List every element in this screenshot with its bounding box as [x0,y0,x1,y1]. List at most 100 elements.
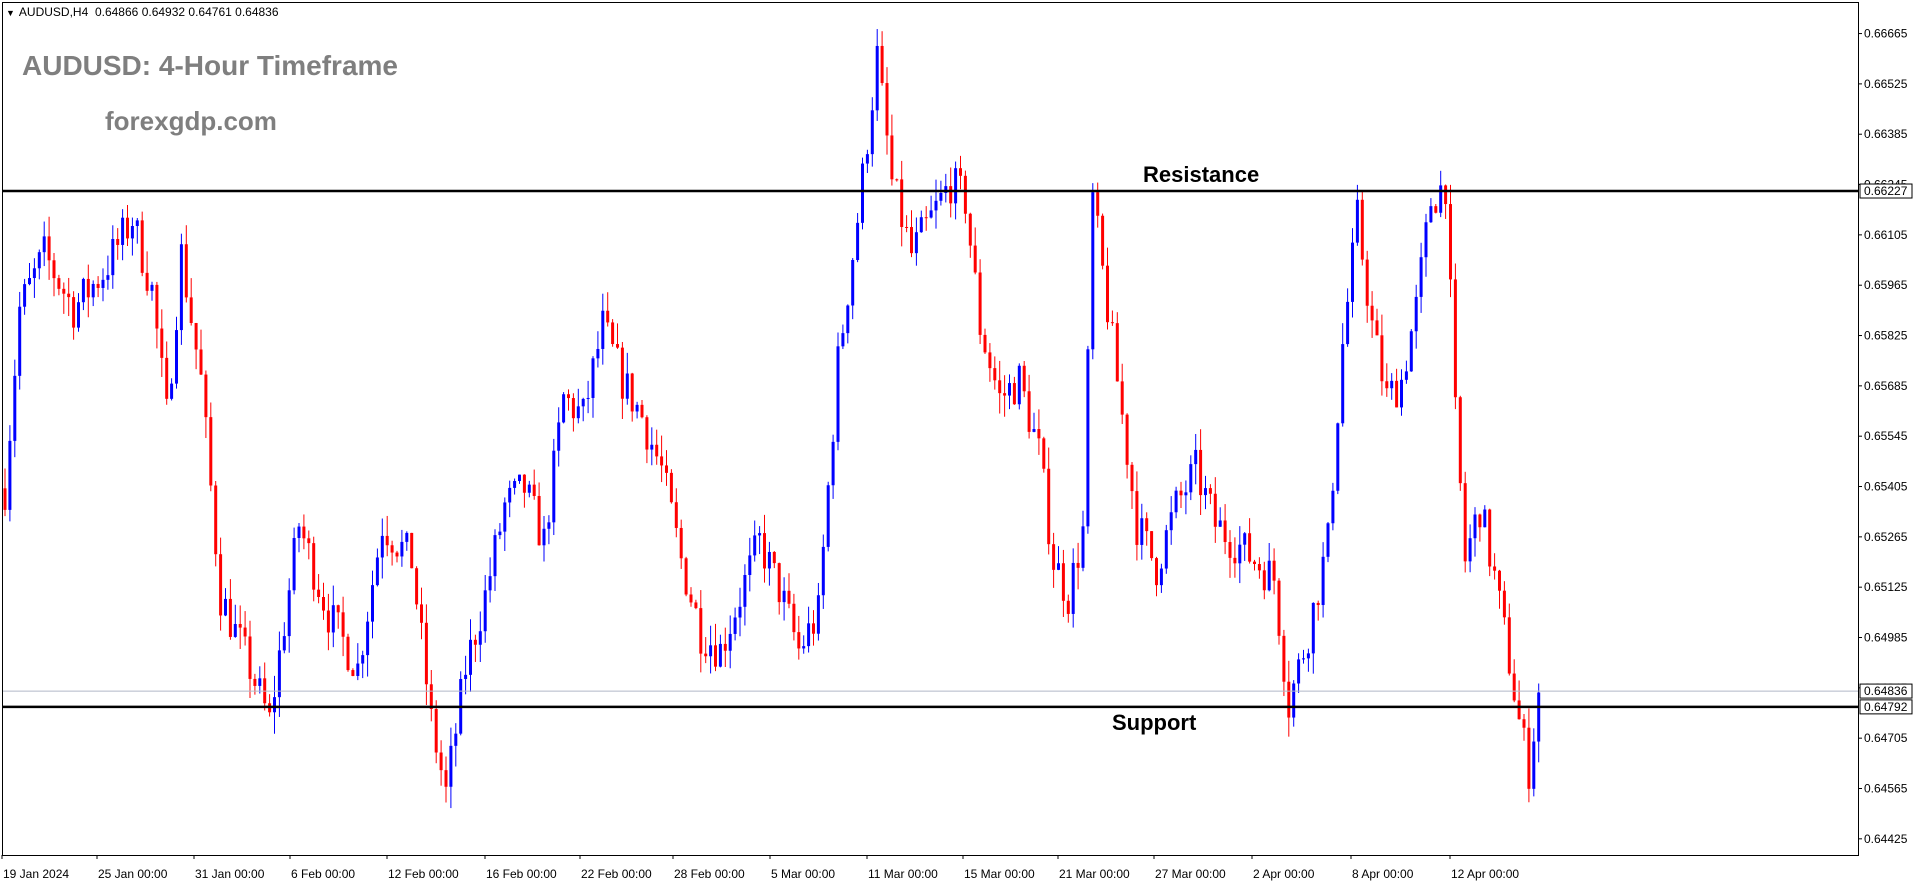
candle-body [361,655,365,664]
candle-body [1194,449,1198,465]
candle-body [567,394,570,399]
candle-body [880,45,884,84]
candle-body [116,238,120,245]
candle-body [238,624,242,628]
candle-body [86,278,90,298]
candle-body [743,574,747,607]
candle-body [322,597,325,611]
candle-body [1003,393,1007,396]
candle-body [483,590,487,632]
candle-body [689,594,693,603]
x-tick-label: 11 Mar 00:00 [868,867,938,881]
candle-body [287,590,291,637]
candle-body [1267,560,1271,591]
candle-body [371,585,374,622]
candle-body [140,220,144,273]
candle-body [224,598,227,616]
candle-body [1517,700,1521,720]
candle-body [165,357,169,399]
candle-body [1346,301,1350,345]
candle-body [135,220,139,227]
candle-body [1527,727,1531,789]
candle-body [669,472,673,503]
candle-body [1169,512,1173,531]
candle-body [851,260,855,306]
x-tick-label: 27 Mar 00:00 [1155,867,1226,881]
candle-body [802,646,806,649]
candle-body [23,284,27,307]
candle-body [248,636,252,679]
candle-body [1532,741,1536,789]
candle-body [1061,563,1065,601]
candle-body [194,322,198,350]
candle-body [375,557,379,586]
candle-body [1017,365,1021,405]
candle-body [821,546,825,596]
resistance-price-tag-text: 0.66227 [1864,184,1908,198]
candle-body [919,217,923,233]
candle-body [816,595,820,634]
candle-body [1473,514,1477,539]
x-tick-label: 25 Jan 00:00 [98,867,168,881]
x-tick-label: 12 Apr 00:00 [1451,867,1519,881]
chart-svg: Resistance Support 0.66665 0.66525 0.66385 0.… [1,27,1913,881]
candle-body [674,502,678,528]
candle-body [42,236,46,253]
candle-body [57,278,61,289]
candle-body [13,375,17,441]
candle-body [395,552,399,557]
candle-body [537,495,541,546]
candle-body [405,532,409,542]
candle-body [1439,185,1443,213]
candle-body [983,334,987,353]
candle-body [170,383,174,399]
candle-body [145,272,149,291]
candle-body [1086,349,1090,527]
candle-body [1326,523,1330,557]
candle-body [106,275,110,280]
candle-body [846,305,850,334]
candle-body [67,293,71,298]
candle-body [478,631,482,645]
candle-body [733,617,737,634]
candle-body [547,522,551,529]
candle-body [179,244,183,331]
candle-body [885,83,889,136]
candle-body [1218,520,1222,527]
candle-body [37,252,41,269]
x-tick-label: 22 Feb 00:00 [581,867,652,881]
candle-body [209,417,213,486]
candle-body [1478,514,1482,528]
candle-body [1228,542,1232,558]
candle-body [1037,429,1041,439]
candle-body [1179,490,1183,496]
candle-body [1287,681,1291,718]
candle-body [1243,533,1247,545]
candle-body [449,745,453,787]
candle-body [782,590,786,603]
candle-body [233,624,237,637]
candle-body [62,288,66,294]
candle-body [189,297,193,323]
candle-body [645,417,649,450]
x-tick-label: 15 Mar 00:00 [964,867,1035,881]
candle-body [870,110,874,155]
candle-body [150,284,154,291]
candle-body [380,535,384,558]
candle-body [488,576,492,591]
candle-body [1434,206,1438,213]
candle-body [454,733,458,746]
x-tick-label: 19 Jan 2024 [3,867,69,881]
candle-body [1453,279,1457,398]
candle-body [385,535,389,546]
candle-body [410,532,414,569]
candle-body [959,168,962,176]
x-tick-label: 31 Jan 00:00 [195,867,265,881]
y-tick-label: 0.65405 [1864,480,1908,494]
candle-body [890,135,894,180]
candle-body [1115,323,1119,382]
support-label: Support [1112,710,1197,735]
candle-body [292,537,296,591]
candle-body [1429,206,1433,223]
candle-body [1101,215,1105,266]
